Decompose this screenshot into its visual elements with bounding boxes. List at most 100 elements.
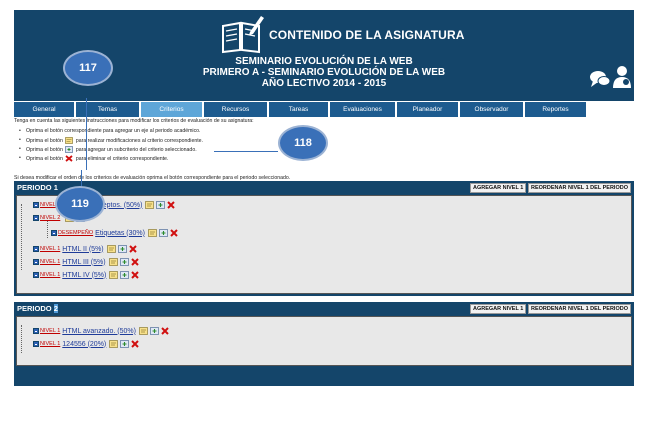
user-settings-icon[interactable] [611,64,633,90]
instruction-item: Oprima el botón para realizar modificaci… [19,137,203,144]
book-pencil-icon [222,16,264,54]
delete-icon [65,155,73,162]
edit-icon[interactable] [109,271,119,279]
instruction-item: Oprima el botón para agregar un subcrite… [19,146,197,153]
tree-connector [47,220,48,238]
tab-evaluaciones[interactable]: Evaluaciones [330,102,396,117]
period-title: PERIODO 1 [17,183,58,192]
criterion-level[interactable]: NIVEL 1 [40,259,60,265]
instruction-text: Oprima el botón [26,137,63,144]
edit-icon[interactable] [145,201,155,209]
delete-icon[interactable] [130,258,139,266]
criterion-row: NIVEL 1 HTML II (5%) [33,245,139,253]
collapse-icon[interactable] [33,202,39,208]
edit-icon[interactable] [106,245,116,253]
period-criteria-tree: NIVEL 1 Nuevos conceptos. (50%) NIVEL 2 … [16,195,632,294]
period-number: 2 [53,304,58,313]
period-title-prefix: PERIODO [17,304,52,313]
delete-icon[interactable] [170,229,178,237]
criterion-row: NIVEL 1 HTML IV (5%) [33,271,141,279]
add-subcriterion-icon[interactable] [150,327,159,335]
period-section-1: PERIODO 1 AGREGAR NIVEL 1 REORDENAR NIVE… [14,181,634,296]
criterion-level[interactable]: NIVEL 1 [40,328,60,334]
criterion-row: NIVEL 1 HTML III (5%) [33,258,141,266]
instruction-text: para realizar modificaciones al criterio… [75,137,203,144]
criterion-link[interactable]: HTML avanzado. (50%) [62,328,136,335]
reorder-level1-button[interactable]: REORDENAR NIVEL 1 DEL PERIODO [528,183,631,193]
delete-icon[interactable] [161,327,169,335]
add-subcriterion-icon[interactable] [120,271,130,279]
add-subcriterion-icon[interactable] [117,245,127,253]
criterion-level[interactable]: DESEMPEÑO [58,230,93,236]
collapse-icon[interactable] [33,215,39,221]
edit-icon[interactable] [148,229,157,237]
period-number: 1 [53,183,58,192]
criterion-link[interactable]: 124556 (20%) [62,341,106,348]
add-subcriterion-icon[interactable] [120,340,130,348]
add-subcriterion-icon[interactable] [159,229,168,237]
instruction-text: Oprima el botón [26,146,63,153]
tab-general[interactable]: General [14,102,75,117]
add-level1-button[interactable]: AGREGAR NIVEL 1 [470,304,527,314]
callout-119: 119 [55,186,105,222]
add-subcriterion-icon[interactable] [119,258,129,266]
instruction-text: correspondiente para agregar un eje al p… [64,128,201,134]
tab-reportes[interactable]: Reportes [525,102,587,117]
criterion-row: DESEMPEÑO Etiquetas (30%) [51,229,180,237]
page-title: CONTENIDO DE LA ASIGNATURA [269,28,465,42]
instruction-text: para agregar un subcriterio del criterio… [75,146,197,153]
add-level1-button[interactable]: AGREGAR NIVEL 1 [470,183,527,193]
collapse-icon[interactable] [51,230,57,236]
tab-observador[interactable]: Observador [460,102,524,117]
tab-tareas[interactable]: Tareas [269,102,329,117]
criterion-level[interactable]: NIVEL 1 [40,246,60,252]
criterion-link[interactable]: HTML III (5%) [62,259,105,266]
delete-icon[interactable] [131,271,140,279]
add-subcriterion-icon [65,146,74,153]
instruction-text: Oprima el botón [26,128,63,134]
period-section-2: PERIODO 2 AGREGAR NIVEL 1 REORDENAR NIVE… [14,302,634,386]
criterion-row: NIVEL 1 124556 (20%) [33,340,141,348]
tree-connector [21,204,22,270]
criterion-link[interactable]: HTML IV (5%) [62,272,106,279]
edit-icon[interactable] [108,258,118,266]
criterion-link[interactable]: Etiquetas (30%) [95,230,145,237]
instructions-intro: Tenga en cuenta las siguientes instrucci… [14,118,254,124]
tree-connector [21,325,22,353]
reorder-level1-button[interactable]: REORDENAR NIVEL 1 DEL PERIODO [528,304,631,314]
add-subcriterion-icon[interactable] [156,201,166,209]
criterion-level[interactable]: NIVEL 1 [40,272,60,278]
delete-icon[interactable] [167,201,176,209]
tab-planeador[interactable]: Planeador [397,102,459,117]
criterion-link[interactable]: HTML II (5%) [62,246,103,253]
criterion-level[interactable]: NIVEL 2 [40,215,60,221]
delete-icon[interactable] [128,245,137,253]
collapse-icon[interactable] [33,328,39,334]
app-window: CONTENIDO DE LA ASIGNATURA SEMINARIO EVO… [14,10,634,386]
collapse-icon[interactable] [33,259,39,265]
tab-criterios[interactable]: Criterios [141,102,203,117]
instruction-text: Oprima el botón [26,155,63,162]
callout-connector [214,151,278,152]
main-navigation: General Temas Criterios Recursos Tareas … [14,101,634,118]
callout-117: 117 [63,50,113,86]
collapse-icon[interactable] [33,272,39,278]
instruction-item: Oprima el botón correspondiente para agr… [19,128,201,134]
edit-icon [65,137,74,144]
criterion-level[interactable]: NIVEL 1 [40,341,60,347]
collapse-icon[interactable] [33,341,39,347]
instruction-item: Oprima el botón para eliminar el criteri… [19,155,169,162]
tab-recursos[interactable]: Recursos [204,102,268,117]
delete-icon[interactable] [131,340,139,348]
edit-icon[interactable] [139,327,148,335]
criterion-row: NIVEL 1 HTML avanzado. (50%) [33,327,171,335]
callout-connector [86,98,87,170]
chat-icon[interactable] [589,68,611,90]
callout-118: 118 [278,125,328,161]
period-title: PERIODO 2 [17,304,58,313]
edit-icon[interactable] [109,340,119,348]
instruction-text: para eliminar el criterio correspondient… [75,155,169,162]
period-criteria-tree: NIVEL 1 HTML avanzado. (50%) NIVEL 1 124… [16,316,632,366]
period-header: PERIODO 2 AGREGAR NIVEL 1 REORDENAR NIVE… [14,302,634,315]
collapse-icon[interactable] [33,246,39,252]
